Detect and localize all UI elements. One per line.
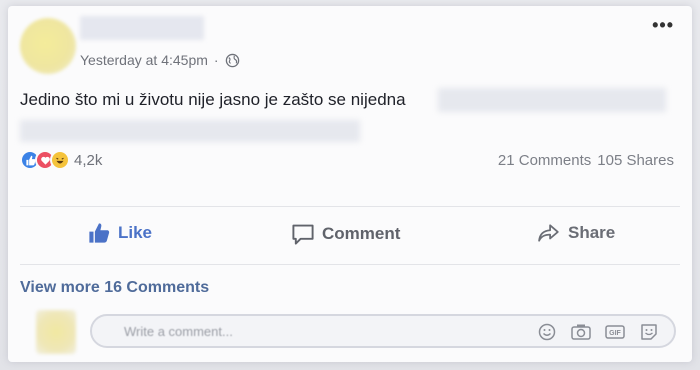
divider [20, 206, 680, 207]
svg-text:GIF: GIF [609, 330, 621, 337]
post-text-blurred [438, 88, 666, 112]
gif-icon[interactable]: GIF [604, 322, 626, 342]
comment-placeholder: Write a comment... [124, 324, 233, 339]
post-meta: Yesterday at 4:45pm · [80, 52, 240, 68]
globe-icon[interactable] [225, 53, 240, 68]
post-timestamp[interactable]: Yesterday at 4:45pm [80, 52, 208, 68]
view-more-comments-link[interactable]: View more 16 Comments [20, 279, 209, 297]
comments-count[interactable]: 21 Comments [498, 152, 591, 169]
haha-reaction-icon [50, 150, 70, 170]
share-label: Share [568, 223, 616, 242]
comment-icon [292, 224, 314, 245]
ellipsis-icon[interactable]: ••• [652, 16, 674, 34]
comment-tools: GIF [536, 322, 660, 342]
emoji-icon[interactable] [536, 322, 558, 342]
post-text-blurred-line2 [20, 120, 360, 142]
post-text: Jedino što mi u životu nije jasno je zaš… [20, 90, 406, 109]
reactions-summary[interactable]: 4,2k [20, 150, 102, 170]
share-button[interactable]: Share [536, 222, 615, 244]
thumbs-up-icon [89, 223, 110, 243]
reaction-count: 4,2k [74, 151, 103, 169]
post-stats: 21 Comments 105 Shares [498, 152, 674, 169]
post-actions: Like Comment Share [20, 222, 680, 258]
author-name-blurred[interactable] [80, 16, 204, 40]
share-arrow-icon [538, 224, 559, 242]
comment-button[interactable]: Comment [290, 222, 400, 246]
sticker-icon[interactable] [638, 322, 660, 342]
camera-icon[interactable] [570, 322, 592, 342]
comment-label: Comment [322, 224, 401, 243]
comment-input[interactable]: Write a comment... GIF [90, 314, 676, 348]
divider [20, 264, 680, 265]
meta-separator: · [213, 52, 219, 68]
like-button[interactable]: Like [86, 222, 152, 244]
like-label: Like [118, 223, 153, 242]
avatar[interactable] [20, 18, 76, 74]
post-card: Yesterday at 4:45pm · ••• Jedino što mi … [8, 6, 692, 362]
commenter-avatar [36, 310, 76, 354]
shares-count[interactable]: 105 Shares [597, 152, 674, 169]
